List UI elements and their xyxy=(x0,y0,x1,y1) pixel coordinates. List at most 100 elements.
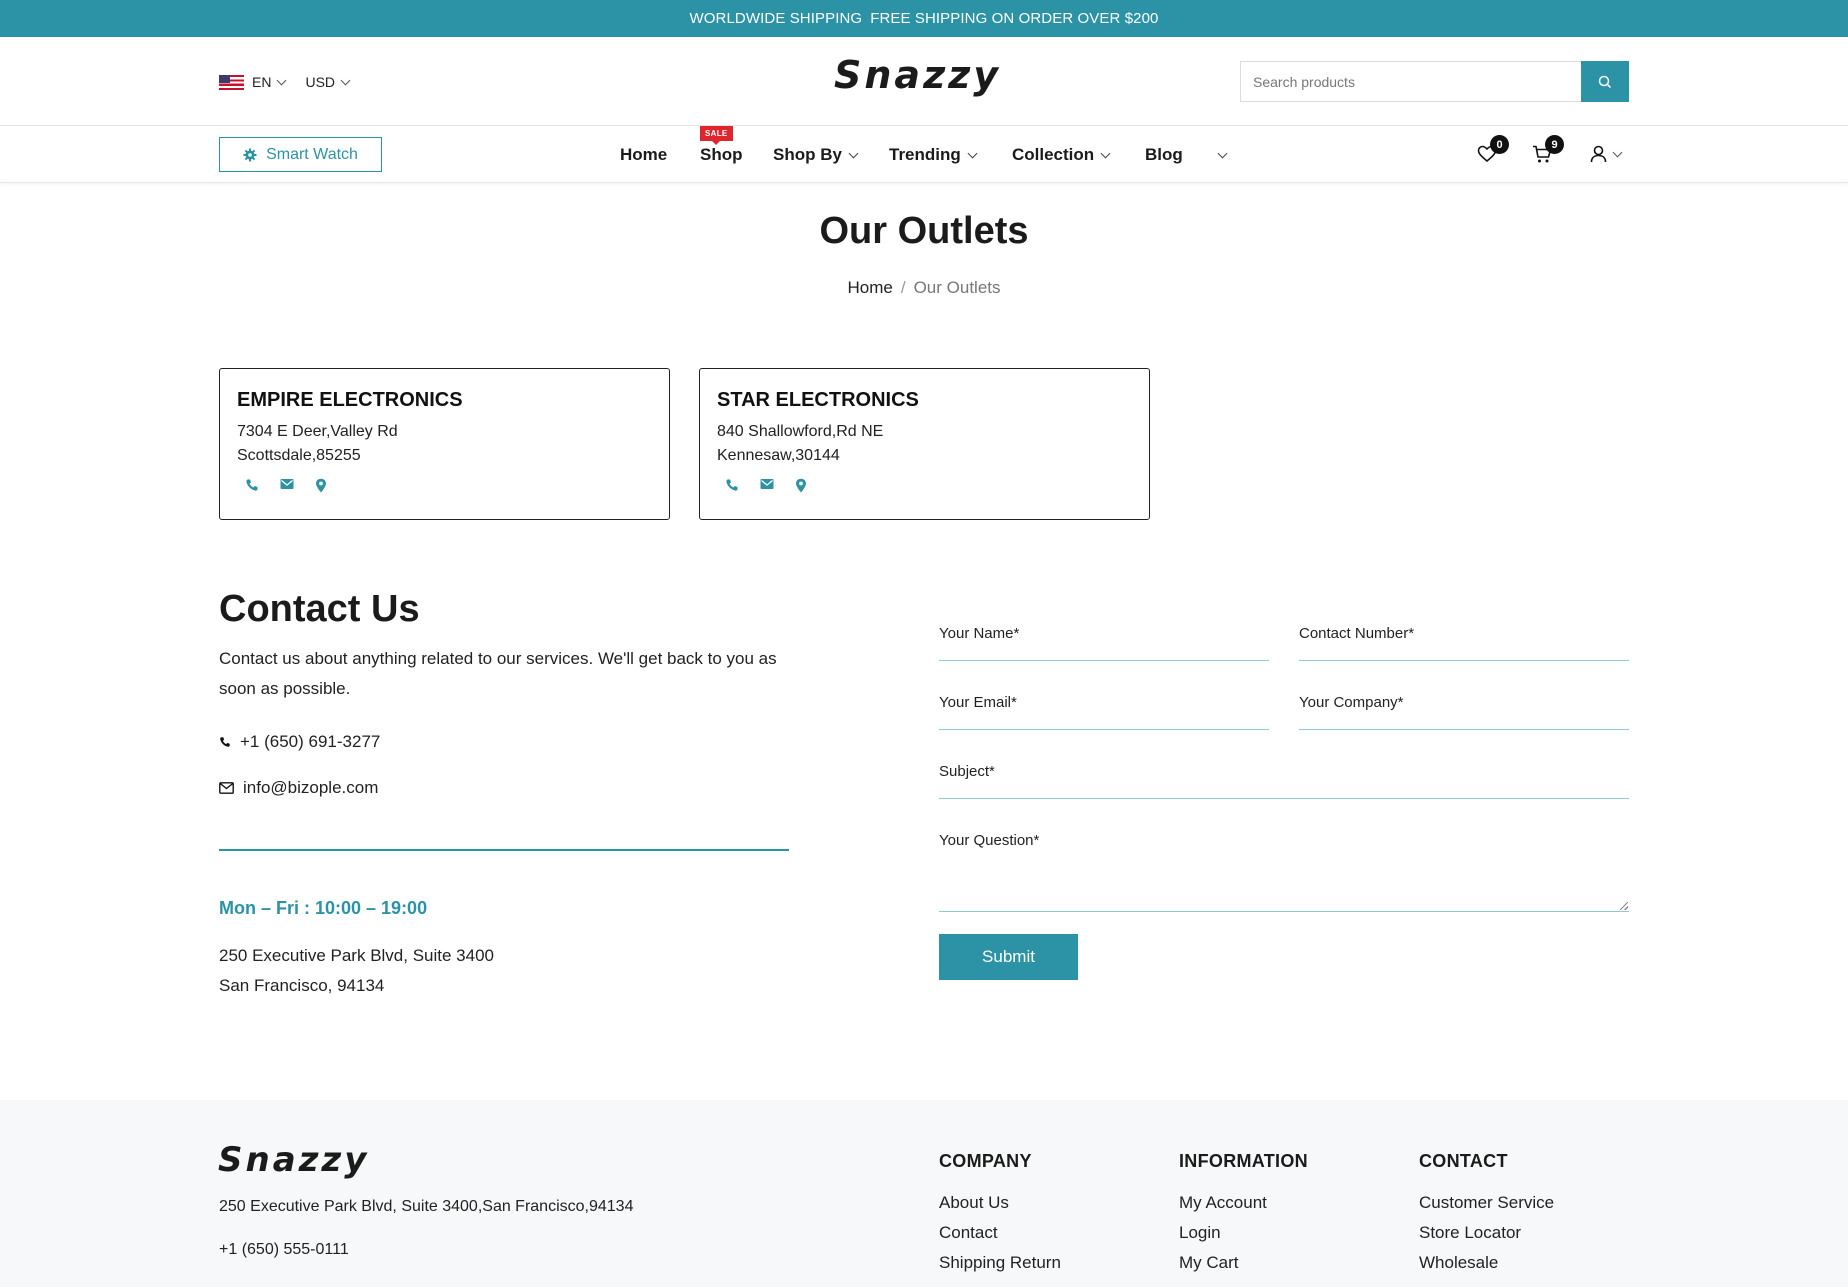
nav-blog[interactable]: Blog xyxy=(1145,127,1183,183)
footer-column-company: COMPANY About Us Contact Shipping Return xyxy=(939,1151,1061,1278)
company-field[interactable]: Your Company* xyxy=(1299,694,1629,730)
mail-icon[interactable] xyxy=(760,478,774,493)
footer-phone[interactable]: +1 (650) 555-0111 xyxy=(219,1241,349,1259)
contact-phone[interactable]: +1 (650) 691-3277 xyxy=(219,732,380,752)
gear-icon xyxy=(243,148,257,161)
contact-address-line2: San Francisco, 94134 xyxy=(219,976,385,995)
nav-home-label: Home xyxy=(620,145,668,164)
contact-phone-text: +1 (650) 691-3277 xyxy=(240,732,381,751)
contact-title: Contact Us xyxy=(219,588,420,630)
wishlist-button[interactable]: 0 xyxy=(1477,135,1509,168)
nav-collection[interactable]: Collection xyxy=(1012,127,1111,183)
chevron-down-icon xyxy=(848,148,859,158)
user-icon xyxy=(1590,145,1607,163)
chevron-down-icon xyxy=(1217,148,1228,158)
chevron-down-icon xyxy=(340,75,351,85)
mail-icon[interactable] xyxy=(280,478,294,493)
outlet-name: EMPIRE ELECTRONICS xyxy=(237,389,463,411)
breadcrumb-home[interactable]: Home xyxy=(847,278,892,297)
outlet-address-line2: Kennesaw,30144 xyxy=(717,447,840,464)
nav-home[interactable]: Home xyxy=(620,127,667,183)
sale-badge: SALE xyxy=(700,126,733,145)
footer-column-information: INFORMATION My Account Login My Cart xyxy=(1179,1151,1308,1278)
outlet-card: EMPIRE ELECTRONICS 7304 E Deer,Valley Rd… xyxy=(219,368,670,520)
contact-email-text: info@bizople.com xyxy=(243,778,379,797)
breadcrumb-separator: / xyxy=(900,278,906,297)
locale-selectors: EN USD xyxy=(219,74,351,90)
chevron-down-icon xyxy=(277,75,287,85)
chevron-down-icon xyxy=(967,148,978,158)
envelope-icon xyxy=(219,782,234,794)
nav-shop-by[interactable]: Shop By xyxy=(773,127,859,183)
outlet-actions xyxy=(245,478,652,493)
footer-link[interactable]: Wholesale xyxy=(1419,1248,1554,1278)
announcement-worldwide: WORLDWIDE SHIPPING xyxy=(689,10,863,27)
announcement-free-shipping: FREE SHIPPING ON ORDER OVER $200 xyxy=(870,10,1159,27)
contact-number-field[interactable]: Contact Number* xyxy=(1299,625,1629,661)
breadcrumb: Home / Our Outlets xyxy=(0,278,1848,298)
subject-field[interactable]: Subject* xyxy=(939,763,1629,799)
currency-label: USD xyxy=(305,74,336,90)
footer-column-title: CONTACT xyxy=(1419,1151,1508,1171)
us-flag-icon xyxy=(219,74,244,90)
category-button-label: Smart Watch xyxy=(266,145,358,163)
footer-column-title: COMPANY xyxy=(939,1151,1032,1171)
language-selector[interactable]: EN xyxy=(219,74,287,90)
outlet-address-line1: 840 Shallowford,Rd NE xyxy=(717,423,884,440)
nav-trending-label: Trending xyxy=(889,145,961,164)
contact-divider xyxy=(219,849,789,851)
footer-link[interactable]: Customer Service xyxy=(1419,1188,1554,1218)
nav-trending[interactable]: Trending xyxy=(889,127,978,183)
submit-button[interactable]: Submit xyxy=(939,934,1078,980)
cart-count-badge: 9 xyxy=(1545,135,1564,154)
search-icon xyxy=(1598,75,1612,88)
footer-address: 250 Executive Park Blvd, Suite 3400,San … xyxy=(219,1198,634,1215)
wishlist-count-badge: 0 xyxy=(1490,135,1509,154)
cart-button[interactable]: 9 xyxy=(1532,135,1564,169)
name-field[interactable]: Your Name* xyxy=(939,625,1269,661)
footer-column-title: INFORMATION xyxy=(1179,1151,1308,1171)
search-button[interactable] xyxy=(1581,61,1629,102)
nav-shop-by-label: Shop By xyxy=(773,145,842,164)
footer-link[interactable]: Login xyxy=(1179,1218,1308,1248)
footer-logo[interactable]: Snazzy xyxy=(218,1143,369,1177)
outlet-address-line1: 7304 E Deer,Valley Rd xyxy=(237,423,398,440)
question-textarea[interactable]: Your Question* xyxy=(939,832,1629,912)
outlet-card: STAR ELECTRONICS 840 Shallowford,Rd NE K… xyxy=(699,368,1150,520)
footer-column-contact: CONTACT Customer Service Store Locator W… xyxy=(1419,1151,1554,1278)
footer-link[interactable]: Store Locator xyxy=(1419,1218,1554,1248)
language-label: EN xyxy=(252,74,272,90)
footer-link[interactable]: My Cart xyxy=(1179,1248,1308,1278)
nav-shop-label: Shop xyxy=(700,145,743,164)
phone-icon[interactable] xyxy=(245,478,259,493)
breadcrumb-current: Our Outlets xyxy=(913,278,1001,297)
nav-more[interactable] xyxy=(1211,127,1228,183)
account-menu[interactable] xyxy=(1590,145,1623,163)
chevron-down-icon xyxy=(1100,148,1111,158)
question-label: Your Question* xyxy=(939,832,1040,849)
phone-icon xyxy=(219,736,231,748)
search-input[interactable] xyxy=(1241,62,1581,101)
map-pin-icon[interactable] xyxy=(315,478,327,493)
currency-selector[interactable]: USD xyxy=(305,74,351,90)
contact-description: Contact us about anything related to our… xyxy=(219,649,777,698)
nav-collection-label: Collection xyxy=(1012,145,1095,164)
footer-link[interactable]: Contact xyxy=(939,1218,1061,1248)
category-button[interactable]: Smart Watch xyxy=(219,137,382,172)
business-hours: Mon – Fri : 10:00 – 19:00 xyxy=(219,898,428,918)
footer-link[interactable]: About Us xyxy=(939,1188,1061,1218)
email-field[interactable]: Your Email* xyxy=(939,694,1269,730)
map-pin-icon[interactable] xyxy=(795,478,807,493)
main-navbar: Smart Watch Home Shop SALE Shop By Trend… xyxy=(0,126,1848,183)
announcement-bar: WORLDWIDE SHIPPING FREE SHIPPING ON ORDE… xyxy=(0,0,1848,37)
footer-link[interactable]: Shipping Return xyxy=(939,1248,1061,1278)
contact-address-line1: 250 Executive Park Blvd, Suite 3400 xyxy=(219,946,494,965)
contact-email[interactable]: info@bizople.com xyxy=(219,778,378,798)
contact-address: 250 Executive Park Blvd, Suite 3400 San … xyxy=(219,941,494,1001)
phone-icon[interactable] xyxy=(725,478,739,493)
site-logo[interactable]: Snazzy xyxy=(834,56,1001,94)
nav-blog-label: Blog xyxy=(1145,145,1183,164)
search-bar xyxy=(1240,61,1629,102)
footer-link[interactable]: My Account xyxy=(1179,1188,1308,1218)
outlet-actions xyxy=(725,478,1132,493)
